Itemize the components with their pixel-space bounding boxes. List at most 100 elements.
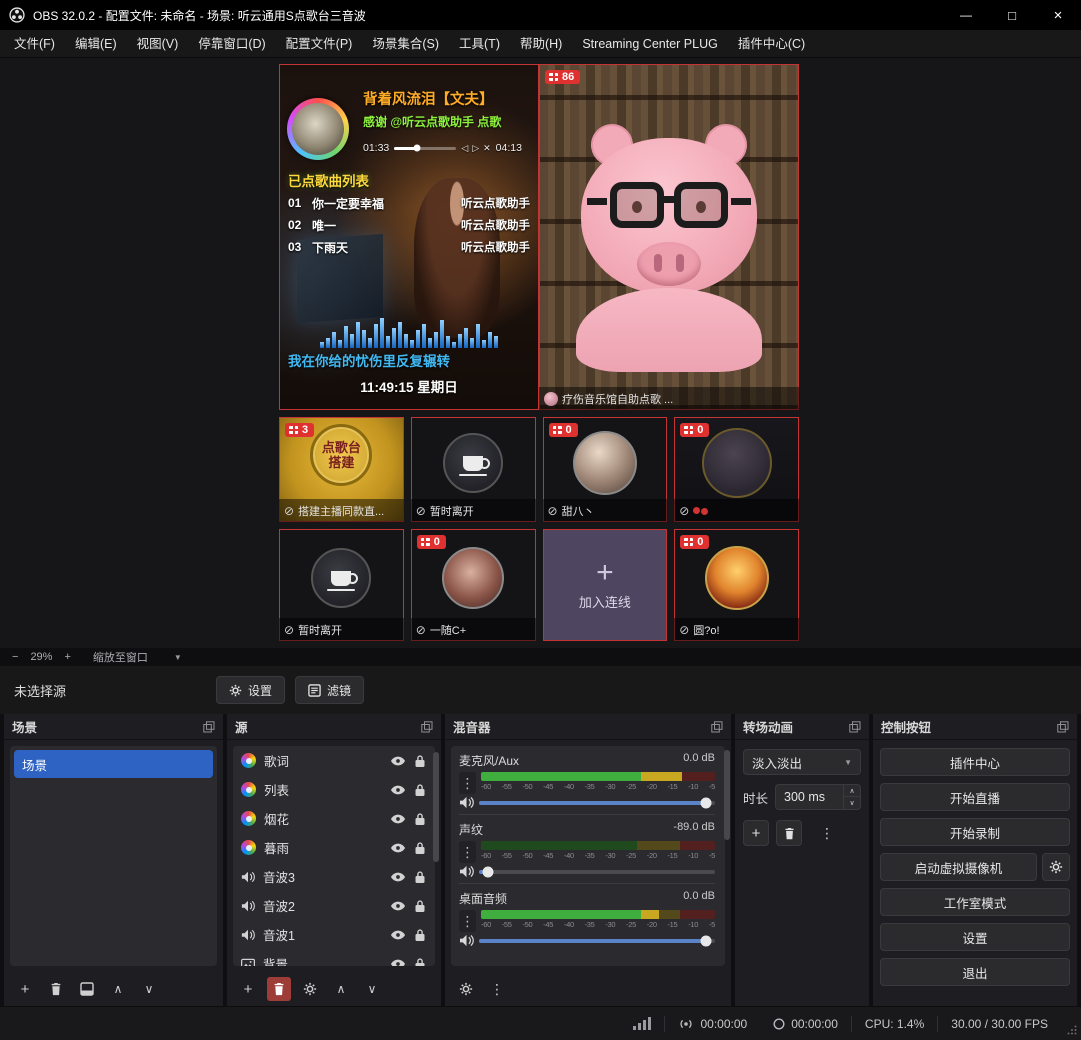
zoom-in-button[interactable]: + [64, 651, 70, 663]
popout-icon[interactable] [849, 721, 861, 733]
eye-icon[interactable] [391, 841, 405, 855]
popout-icon[interactable] [711, 721, 723, 733]
lock-icon[interactable] [413, 899, 427, 913]
channel-menu-button[interactable] [459, 841, 476, 863]
menu-profile[interactable]: 配置文件(P) [276, 30, 363, 58]
move-source-down-button[interactable] [360, 977, 384, 1001]
minimize-button[interactable]: — [943, 0, 989, 30]
menu-streaming-center-plug[interactable]: Streaming Center PLUG [572, 30, 727, 58]
move-source-up-button[interactable] [329, 977, 353, 1001]
menu-docks[interactable]: 停靠窗口(D) [188, 30, 275, 58]
move-scene-up-button[interactable] [106, 977, 130, 1001]
source-item[interactable]: 背景 [233, 949, 435, 966]
add-source-button[interactable]: + [236, 977, 260, 1001]
scrollbar[interactable] [724, 750, 730, 840]
eye-icon[interactable] [391, 928, 405, 942]
lock-icon[interactable] [413, 841, 427, 855]
transition-properties-button[interactable] [815, 821, 839, 845]
menu-plugin-center[interactable]: 插件中心(C) [728, 30, 815, 58]
guest-grid-row: 3 点歌台搭建 搭建主播同款直... 暂时离开 0 甜八丶 0 [279, 417, 799, 522]
popout-icon[interactable] [421, 721, 433, 733]
source-item[interactable]: 音波2 [233, 891, 435, 920]
settings-button[interactable]: 设置 [880, 923, 1070, 951]
slider-knob[interactable] [700, 797, 711, 808]
slider-knob[interactable] [483, 866, 494, 877]
lock-icon[interactable] [413, 957, 427, 967]
source-item[interactable]: 音波1 [233, 920, 435, 949]
start-virtual-camera-button[interactable]: 启动虚拟摄像机 [880, 853, 1037, 881]
volume-slider[interactable] [479, 870, 715, 874]
join-call-cell[interactable]: + 加入连线 [543, 529, 668, 641]
add-transition-button[interactable]: + [743, 820, 769, 846]
studio-mode-button[interactable]: 工作室模式 [880, 888, 1070, 916]
menu-edit[interactable]: 编辑(E) [65, 30, 127, 58]
scenes-dock-header[interactable]: 场景 [4, 714, 223, 740]
lock-icon[interactable] [413, 783, 427, 797]
channel-menu-button[interactable] [459, 772, 476, 794]
maximize-button[interactable]: □ [989, 0, 1035, 30]
slider-knob[interactable] [700, 935, 711, 946]
lock-icon[interactable] [413, 754, 427, 768]
menu-tools[interactable]: 工具(T) [449, 30, 510, 58]
speaker-icon[interactable] [459, 796, 474, 809]
db-tick-label: -40 [564, 851, 574, 860]
resize-grip[interactable] [1067, 1024, 1077, 1038]
eye-icon[interactable] [391, 783, 405, 797]
eye-icon[interactable] [391, 899, 405, 913]
transition-select[interactable]: 淡入淡出 ▼ [743, 749, 861, 775]
remove-transition-button[interactable] [776, 820, 802, 846]
duration-spinbox[interactable]: 300 ms ∧ ∨ [775, 784, 861, 810]
speaker-icon[interactable] [459, 934, 474, 947]
lock-icon[interactable] [413, 928, 427, 942]
start-streaming-button[interactable]: 开始直播 [880, 783, 1070, 811]
sources-dock-header[interactable]: 源 [227, 714, 441, 740]
stepper-up-button[interactable]: ∧ [844, 785, 860, 797]
transitions-dock-header[interactable]: 转场动画 [735, 714, 869, 740]
plugin-center-button[interactable]: 插件中心 [880, 748, 1070, 776]
source-item[interactable]: 暮雨 [233, 833, 435, 862]
advanced-audio-button[interactable] [454, 977, 478, 1001]
remove-scene-button[interactable] [44, 977, 68, 1001]
menu-scene-collection[interactable]: 场景集合(S) [362, 30, 449, 58]
source-properties-button[interactable]: 设置 [216, 676, 285, 704]
remove-source-button[interactable] [267, 977, 291, 1001]
lock-icon[interactable] [413, 812, 427, 826]
source-properties-toolbar-button[interactable] [298, 977, 322, 1001]
eye-icon[interactable] [391, 812, 405, 826]
zoom-out-button[interactable]: − [12, 651, 18, 663]
eye-icon[interactable] [391, 957, 405, 967]
close-button[interactable]: × [1035, 0, 1081, 30]
source-item[interactable]: 歌词 [233, 746, 435, 775]
menu-file[interactable]: 文件(F) [4, 30, 65, 58]
zoom-fit-select[interactable]: 缩放至窗口 ▼ [93, 649, 182, 665]
add-scene-button[interactable]: + [13, 977, 37, 1001]
lock-icon[interactable] [413, 870, 427, 884]
speaker-icon[interactable] [459, 865, 474, 878]
popout-icon[interactable] [1057, 721, 1069, 733]
move-scene-down-button[interactable] [137, 977, 161, 1001]
source-item[interactable]: 音波3 [233, 862, 435, 891]
source-filters-button[interactable]: 滤镜 [295, 676, 364, 704]
mixer-menu-button[interactable] [485, 977, 509, 1001]
popout-icon[interactable] [203, 721, 215, 733]
volume-slider[interactable] [479, 801, 715, 805]
exit-button[interactable]: 退出 [880, 958, 1070, 986]
virtual-camera-settings-button[interactable] [1042, 853, 1070, 881]
source-item[interactable]: 列表 [233, 775, 435, 804]
menu-view[interactable]: 视图(V) [127, 30, 189, 58]
source-item[interactable]: 烟花 [233, 804, 435, 833]
scrollbar[interactable] [433, 752, 439, 862]
eye-icon[interactable] [391, 754, 405, 768]
channel-menu-button[interactable] [459, 910, 476, 932]
preview-area[interactable]: 背着风流泪【文夫】 感谢 @听云点歌助手 点歌 01:33 ◁ ▷ ✕ [0, 58, 1081, 648]
menu-help[interactable]: 帮助(H) [510, 30, 572, 58]
eye-icon[interactable] [391, 870, 405, 884]
scene-filters-button[interactable] [75, 977, 99, 1001]
mixer-dock-header[interactable]: 混音器 [445, 714, 731, 740]
scene-item-selected[interactable]: 场景 [14, 750, 213, 778]
controls-dock-header[interactable]: 控制按钮 [873, 714, 1077, 740]
stepper-down-button[interactable]: ∨ [844, 797, 860, 809]
volume-slider[interactable] [479, 939, 715, 943]
viz-bar [422, 324, 426, 348]
start-recording-button[interactable]: 开始录制 [880, 818, 1070, 846]
